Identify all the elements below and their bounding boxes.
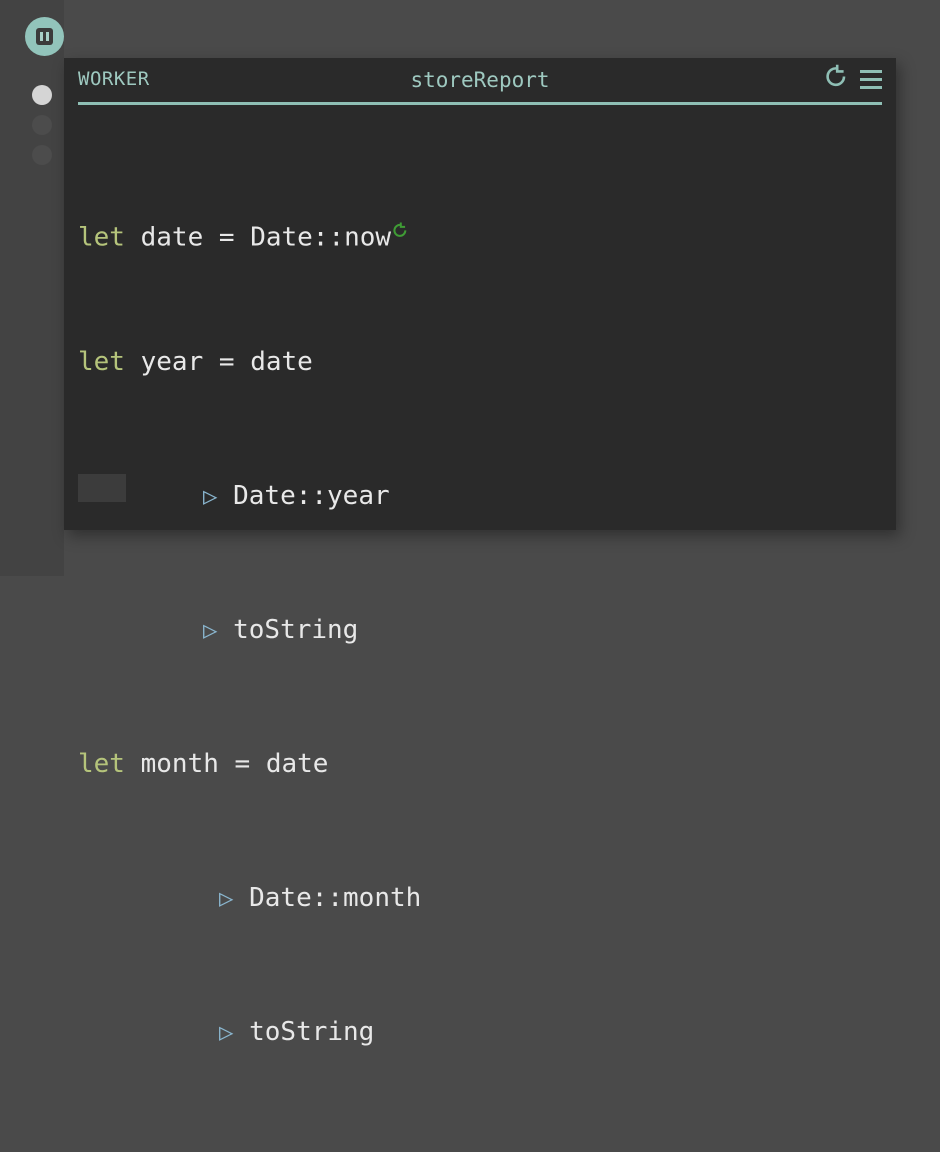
code-text: year = date [125,347,313,377]
code-text: Date::year [217,481,389,511]
refresh-badge-icon[interactable] [392,214,408,248]
worker-card: WORKER storeReport let date = Date::now … [64,58,896,530]
pipe-arrow-icon: ▷ [219,884,233,912]
code-line: let date = Date::now [78,212,896,246]
code-text: day = date [125,1151,297,1152]
keyword-let: let [78,347,125,377]
code-editor[interactable]: let date = Date::now let year = date ▷ D… [64,105,896,1152]
page-title: storeReport [78,68,882,92]
text-cursor [78,474,126,502]
keyword-let: let [78,222,125,252]
code-line: let year = date [78,346,896,380]
refresh-icon[interactable] [824,64,848,94]
pipe-arrow-icon: ▷ [203,482,217,510]
pause-icon [36,28,53,45]
menu-icon[interactable] [860,70,882,89]
keyword-let: let [78,1151,125,1152]
code-text: toString [217,615,358,645]
header-actions [824,64,882,94]
pipe-arrow-icon: ▷ [203,616,217,644]
card-header: WORKER storeReport [78,58,882,105]
code-text: date = Date::now [125,222,391,252]
keyword-let: let [78,749,125,779]
code-text: Date::month [233,883,421,913]
code-line: let day = date [78,1150,896,1152]
code-line: ▷ Date::month [78,882,896,916]
code-line: ▷ toString [78,1016,896,1050]
code-text: month = date [125,749,329,779]
code-line: let month = date [78,748,896,782]
sidebar-step-dot-2[interactable] [32,115,52,135]
code-line: ▷ toString [78,614,896,648]
pause-button[interactable] [25,17,64,56]
sidebar [0,0,64,576]
sidebar-step-dot-1[interactable] [32,85,52,105]
sidebar-step-dot-3[interactable] [32,145,52,165]
pipe-arrow-icon: ▷ [219,1018,233,1046]
code-text: toString [233,1017,374,1047]
code-line: ▷ Date::year [78,480,896,514]
